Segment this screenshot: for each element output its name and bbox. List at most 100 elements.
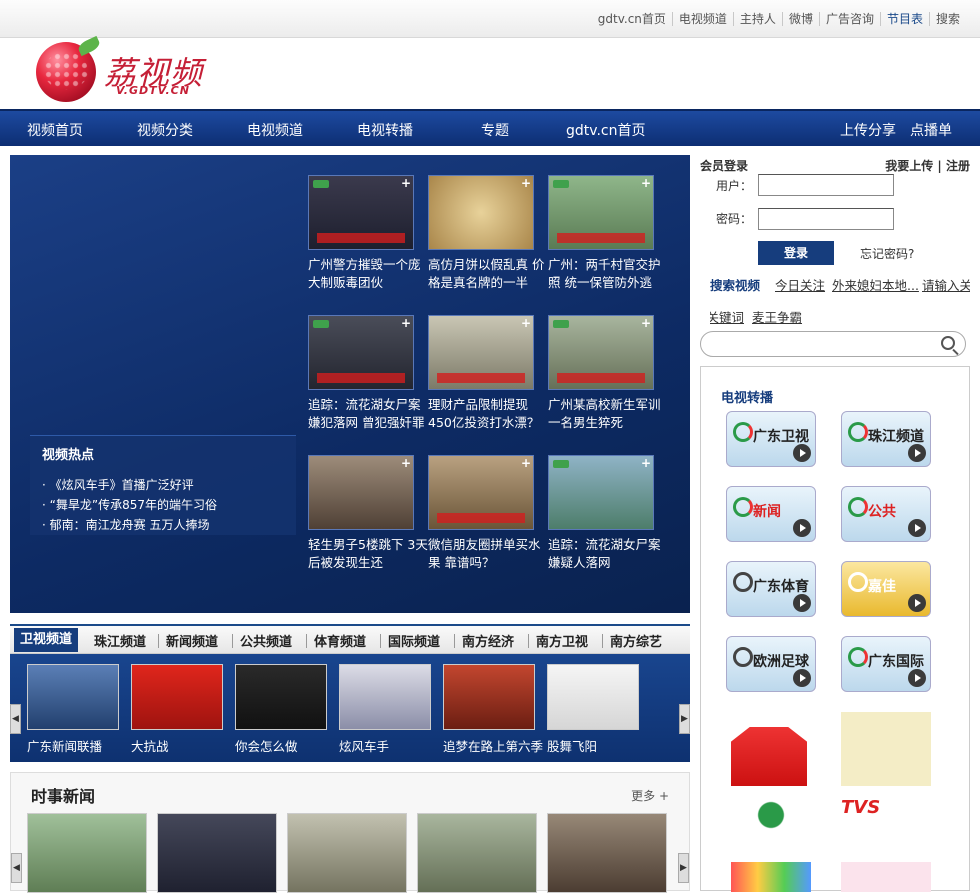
more-link[interactable]: 更多 + [631,787,669,804]
search-input[interactable] [700,331,966,357]
play-icon[interactable] [793,669,811,687]
video-thumbnail[interactable]: + [548,175,654,250]
nav-item[interactable]: 电视频道 [247,120,303,140]
search-keyword[interactable]: 请输入关键词... [922,275,970,294]
top-link[interactable]: 微博 [781,12,819,26]
top-link[interactable]: 搜索 [928,12,966,26]
top-link[interactable]: 电视频道 [671,12,733,26]
channel-item[interactable]: 广东新闻联播 [27,664,119,755]
video-tile[interactable]: + 广州警方摧毁一个庞大制贩毒团伙 [308,175,421,292]
play-icon[interactable] [908,444,926,462]
channel-item[interactable]: 股舞飞阳 [547,664,639,755]
news-thumbnail[interactable] [417,813,537,893]
tab-zhujiang[interactable]: 珠江频道 [94,631,146,650]
channel-item[interactable]: 你会怎么做 [235,664,327,755]
video-title[interactable]: 高仿月饼以假乱真 价格是真名牌的一半 [428,256,552,292]
gdtv-logo-icon[interactable] [726,787,816,857]
tab-southern-variety[interactable]: 南方综艺 [610,631,662,650]
video-thumbnail[interactable]: + [308,315,414,390]
channel-thumbnail[interactable] [27,664,119,730]
video-tile[interactable]: + 轻生男子5楼跳下 3天后被发现生还 [308,455,428,572]
video-tile[interactable]: + 微信朋友圈拼单买水果 靠谱吗？ [428,455,541,572]
username-input[interactable] [758,174,894,196]
news-prev-icon[interactable]: ◀ [11,853,22,883]
channel-thumbnail[interactable] [339,664,431,730]
southern-channel-logo-icon[interactable] [731,712,807,786]
tv-channel-logo[interactable]: 广东卫视 [726,411,816,467]
video-thumbnail[interactable]: + [308,175,414,250]
tab-sports[interactable]: 体育频道 [314,631,366,650]
site-logo[interactable]: 荔视频 V.GDTV.CN [36,40,216,106]
channel-label[interactable]: 追梦在路上第六季 [443,736,543,755]
tvs1-logo-icon[interactable]: TVS [841,797,931,819]
news-next-icon[interactable]: ▶ [678,853,689,883]
upload-register-links[interactable]: 我要上传 | 注册 [885,157,970,174]
video-thumbnail[interactable]: + [428,315,534,390]
search-keyword-overflow[interactable]: 请输入关键词... [710,307,744,326]
login-button[interactable]: 登录 [758,241,834,265]
video-thumbnail[interactable]: + [428,455,534,530]
play-icon[interactable] [908,519,926,537]
video-tile[interactable]: + 追踪：流花湖女尸案 嫌疑人落网 [548,455,661,572]
top-link[interactable]: 广告咨询 [818,12,880,26]
video-title[interactable]: 广州警方摧毁一个庞大制贩毒团伙 [308,256,432,292]
tv-channel-logo[interactable]: 珠江频道 [841,411,931,467]
video-tile[interactable]: + 追踪：流花湖女尸案嫌犯落网 曾犯强奸罪 [308,315,424,432]
channel-label[interactable]: 大抗战 [131,736,223,755]
video-tile[interactable]: + 高仿月饼以假乱真 价格是真名牌的一半 [428,175,544,292]
nav-upload[interactable]: 上传分享 [840,120,896,140]
nav-item[interactable]: 专题 [481,120,509,140]
tv-channel-logo[interactable]: 欧洲足球 [726,636,816,692]
nav-playlist[interactable]: 点播单 [910,120,952,140]
nav-item[interactable]: 电视转播 [357,120,413,140]
channel-thumbnail[interactable] [547,664,639,730]
tv-channel-logo[interactable]: 新闻 [726,486,816,542]
video-title[interactable]: 追踪：流花湖女尸案嫌犯落网 曾犯强奸罪 [308,396,432,432]
news-thumbnail[interactable] [287,813,407,893]
search-icon[interactable] [941,336,955,350]
channel-label[interactable]: 你会怎么做 [235,736,327,755]
video-title[interactable]: 理财产品限制提现 450亿投资打水漂？ [428,396,552,432]
video-thumbnail[interactable]: + [308,455,414,530]
search-keyword[interactable]: 外来媳妇本地... [832,275,919,294]
video-title[interactable]: 微信朋友圈拼单买水果 靠谱吗？ [428,536,552,572]
video-tile[interactable]: + 广州：两千村官交护照 统一保管防外逃 [548,175,661,292]
password-input[interactable] [758,208,894,230]
video-thumbnail[interactable]: + [548,315,654,390]
news-thumbnail[interactable] [27,813,147,893]
play-icon[interactable] [793,594,811,612]
channel-label[interactable]: 炫风车手 [339,736,431,755]
channel-logo-icon[interactable] [841,862,931,892]
channel-item[interactable]: 炫风车手 [339,664,431,755]
nav-item[interactable]: 视频首页 [27,120,83,140]
carousel-next-icon[interactable]: ▶ [679,704,690,734]
search-keyword[interactable]: 麦王争霸 [752,307,802,326]
tab-weishi[interactable]: 卫视频道 [14,628,79,652]
video-tile[interactable]: + 理财产品限制提现 450亿投资打水漂？ [428,315,539,432]
tv-channel-logo[interactable]: 广东体育 [726,561,816,617]
tab-news[interactable]: 新闻频道 [166,631,218,650]
play-icon[interactable] [908,669,926,687]
video-title[interactable]: 轻生男子5楼跳下 3天后被发现生还 [308,536,432,572]
play-icon[interactable] [793,444,811,462]
hot-item[interactable]: · 郁南：南江龙舟赛 五万人捧场 [42,515,284,535]
tab-public[interactable]: 公共频道 [240,631,292,650]
channel-thumbnail[interactable] [131,664,223,730]
play-icon[interactable] [908,594,926,612]
video-thumbnail[interactable]: + [548,455,654,530]
channel-label[interactable]: 股舞飞阳 [547,736,639,755]
tv-channel-logo[interactable]: 嘉佳 [841,561,931,617]
search-keyword[interactable]: 今日关注 [775,275,825,294]
hot-item[interactable]: · 《炫风车手》首播广泛好评 [42,475,284,495]
news-thumbnail[interactable] [157,813,277,893]
channel-item[interactable]: 追梦在路上第六季 [443,664,543,755]
forgot-password-link[interactable]: 忘记密码? [860,245,914,262]
tab-southern-economy[interactable]: 南方经济 [462,631,514,650]
video-title[interactable]: 追踪：流花湖女尸案 嫌疑人落网 [548,536,672,572]
nav-item[interactable]: gdtv.cn首页 [566,120,645,140]
video-title[interactable]: 广州：两千村官交护照 统一保管防外逃 [548,256,672,292]
video-title[interactable]: 广州某高校新生军训 一名男生猝死 [548,396,672,432]
channel-thumbnail[interactable] [235,664,327,730]
channel-label[interactable]: 广东新闻联播 [27,736,119,755]
news-thumbnail[interactable] [547,813,667,893]
